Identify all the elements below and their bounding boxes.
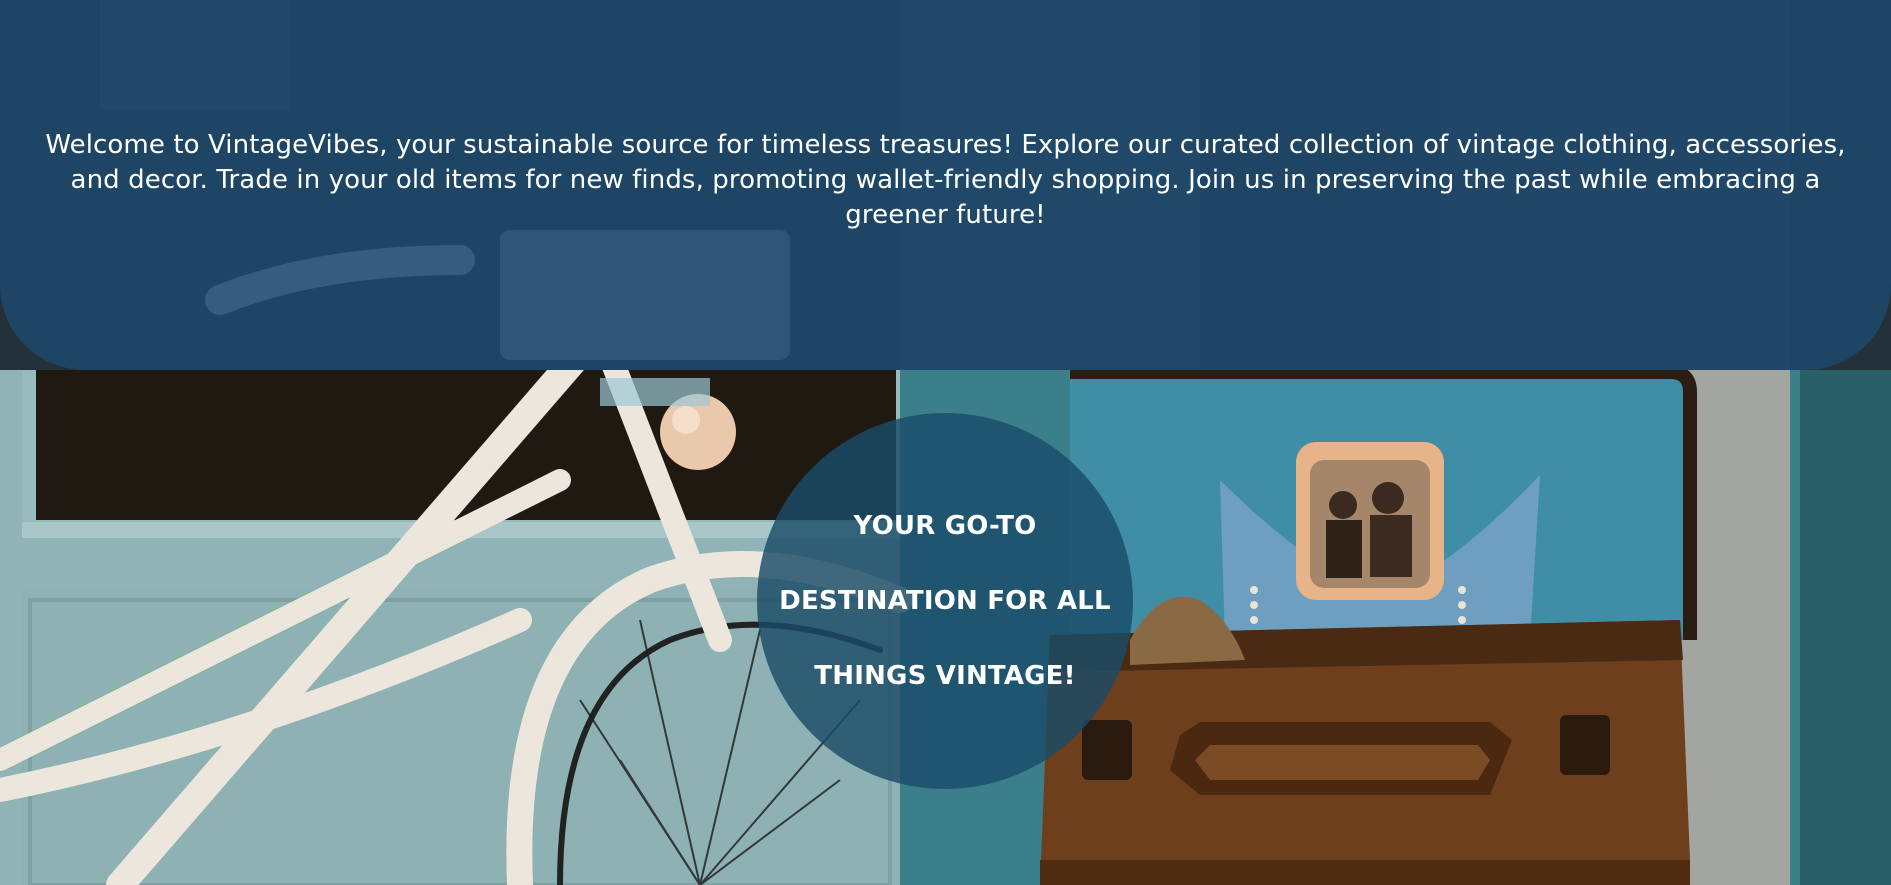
hero-section: Welcome to VintageVibes, your sustainabl… <box>0 0 1891 885</box>
welcome-panel: Welcome to VintageVibes, your sustainabl… <box>0 0 1891 370</box>
tagline-badge: YOUR GO-TO DESTINATION FOR ALL THINGS VI… <box>757 413 1133 789</box>
tagline-heading: YOUR GO-TO DESTINATION FOR ALL THINGS VI… <box>779 510 1111 691</box>
welcome-message: Welcome to VintageVibes, your sustainabl… <box>45 130 1846 230</box>
